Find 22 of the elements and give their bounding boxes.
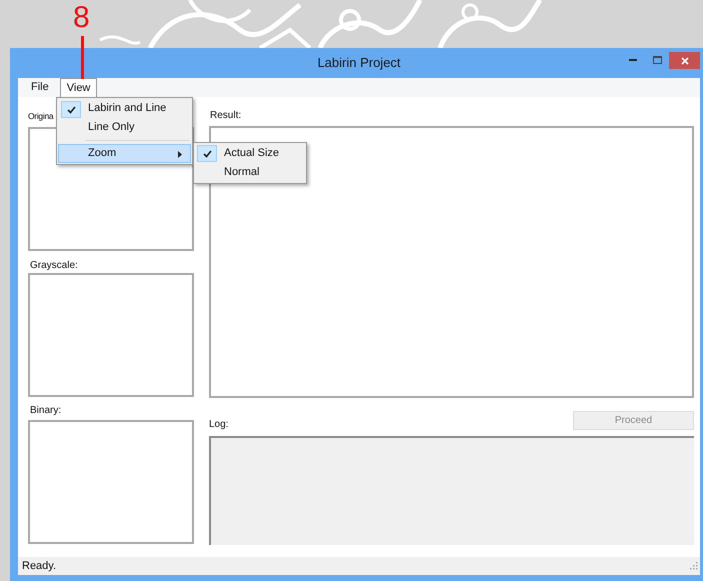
menu-item[interactable]: View	[60, 78, 98, 97]
window-title: Labirin Project	[317, 54, 401, 72]
leader-line	[81, 36, 84, 79]
panel-label: Result:	[209, 109, 242, 123]
menu-option[interactable]: Labirin and Line	[58, 99, 191, 118]
close-icon	[680, 56, 688, 64]
menu-option[interactable]: Line Only	[58, 118, 191, 137]
callout-number: 8	[73, 0, 90, 36]
close-button[interactable]	[669, 52, 700, 69]
menu-option[interactable]: Normal	[195, 163, 305, 182]
maximize-icon	[652, 56, 662, 64]
menu-option[interactable]: Zoom	[58, 144, 191, 163]
minimize-icon	[629, 59, 637, 61]
panel-label: Log:	[209, 418, 228, 432]
panel-label: Grayscale:	[29, 259, 78, 273]
status-text: Ready.	[22, 558, 56, 574]
submenu-arrow-icon	[178, 151, 182, 158]
menu-item[interactable]: File	[22, 78, 58, 97]
panel-label: Origina	[28, 110, 54, 123]
resize-grip-icon	[690, 562, 698, 570]
menu-option[interactable]: Actual Size	[195, 144, 305, 163]
panel-label: Binary:	[29, 404, 62, 418]
